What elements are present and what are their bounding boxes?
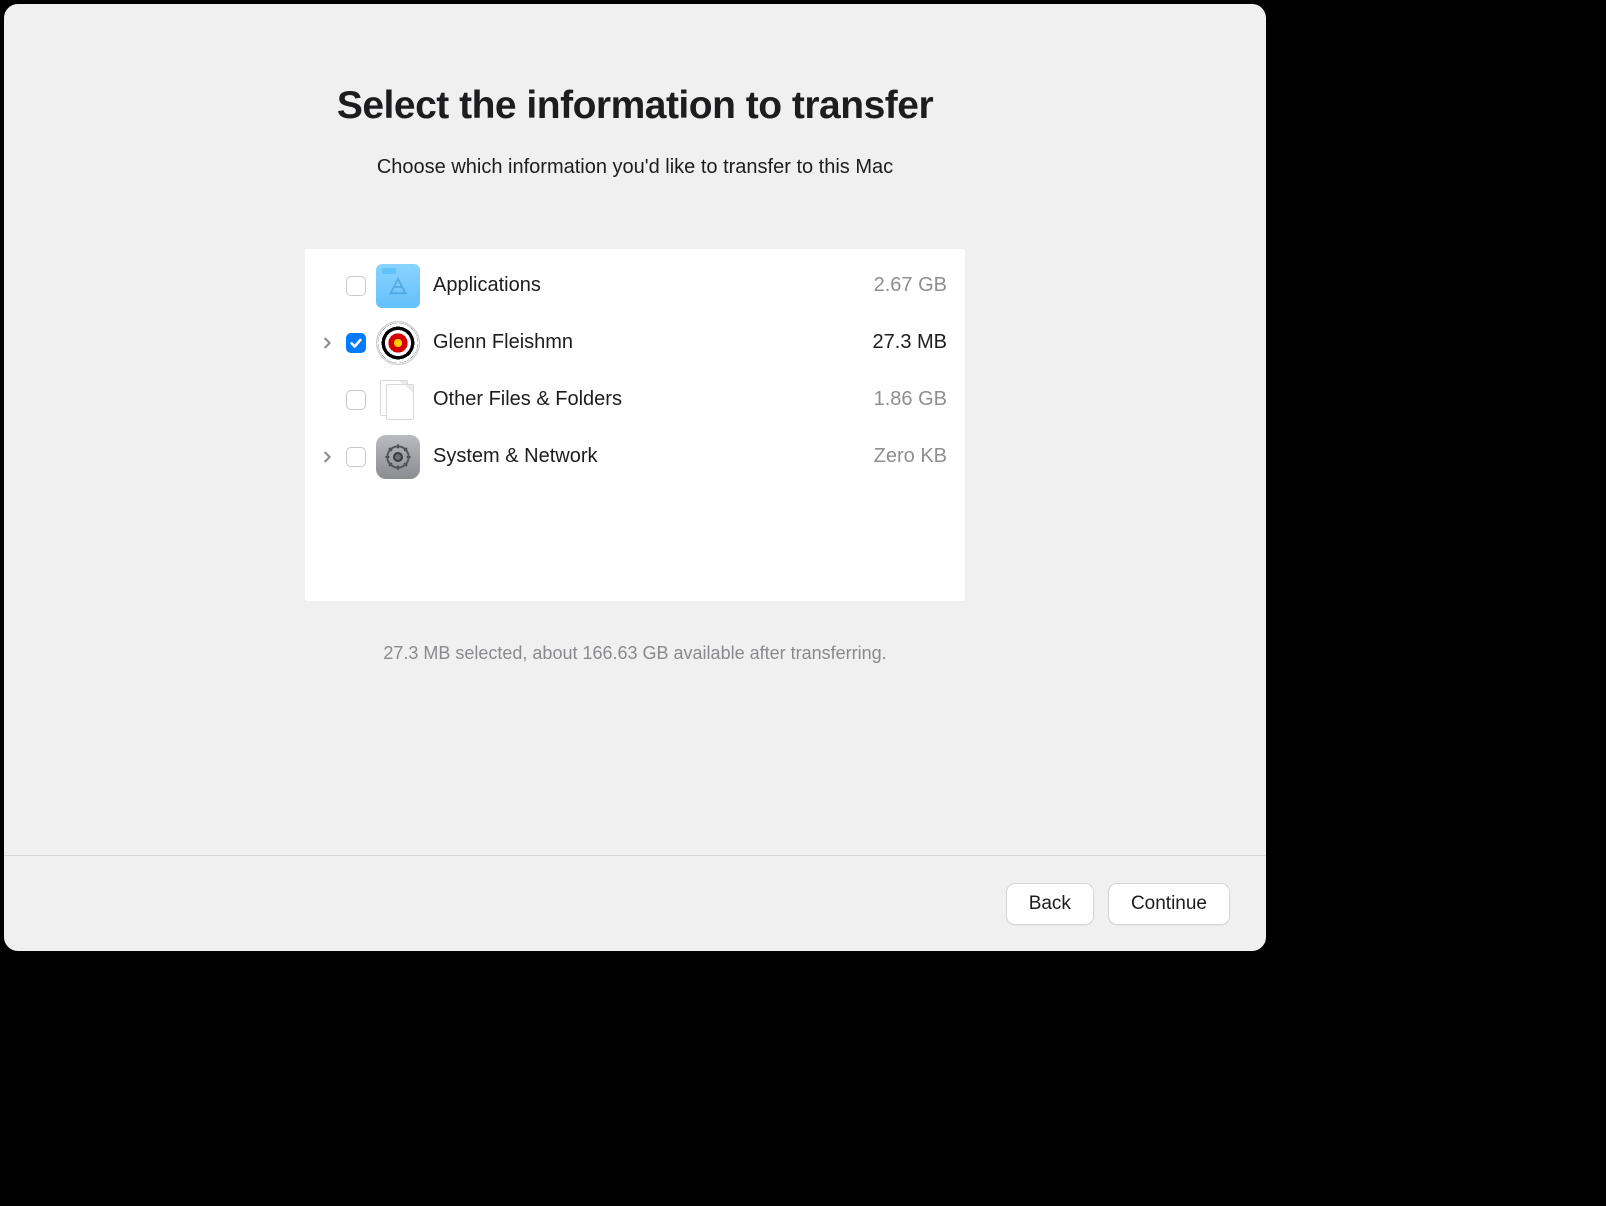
item-label: Other Files & Folders — [433, 388, 874, 411]
continue-button[interactable]: Continue — [1108, 883, 1230, 925]
page-subtitle: Choose which information you'd like to t… — [377, 156, 893, 179]
checkbox-applications[interactable] — [346, 276, 366, 296]
footer-buttons: Back Continue — [4, 855, 1266, 951]
checkbox-user-account[interactable] — [346, 333, 366, 353]
checkbox-other-files[interactable] — [346, 390, 366, 410]
checkbox-system-network[interactable] — [346, 447, 366, 467]
content-area: Select the information to transfer Choos… — [4, 4, 1266, 855]
item-size: Zero KB — [874, 445, 947, 468]
documents-stack-icon — [376, 378, 420, 422]
system-preferences-icon — [376, 435, 420, 479]
list-item-user-account[interactable]: Glenn Fleishmn 27.3 MB — [305, 314, 965, 371]
back-button[interactable]: Back — [1006, 883, 1094, 925]
item-label: Applications — [433, 274, 874, 297]
item-label: System & Network — [433, 445, 874, 468]
chevron-right-icon[interactable] — [320, 450, 334, 464]
page-title: Select the information to transfer — [337, 84, 933, 128]
item-size: 1.86 GB — [874, 388, 947, 411]
item-label: Glenn Fleishmn — [433, 331, 873, 354]
item-size: 2.67 GB — [874, 274, 947, 297]
list-item-system-network[interactable]: System & Network Zero KB — [305, 428, 965, 485]
list-item-applications[interactable]: Applications 2.67 GB — [305, 257, 965, 314]
chevron-right-icon[interactable] — [320, 336, 334, 350]
transfer-items-list: Applications 2.67 GB — [305, 249, 965, 601]
migration-assistant-window: Select the information to transfer Choos… — [0, 0, 1270, 955]
item-size: 27.3 MB — [873, 331, 947, 354]
user-avatar-icon — [376, 321, 420, 365]
applications-folder-icon — [376, 264, 420, 308]
selection-status-text: 27.3 MB selected, about 166.63 GB availa… — [383, 643, 886, 664]
list-item-other-files[interactable]: Other Files & Folders 1.86 GB — [305, 371, 965, 428]
